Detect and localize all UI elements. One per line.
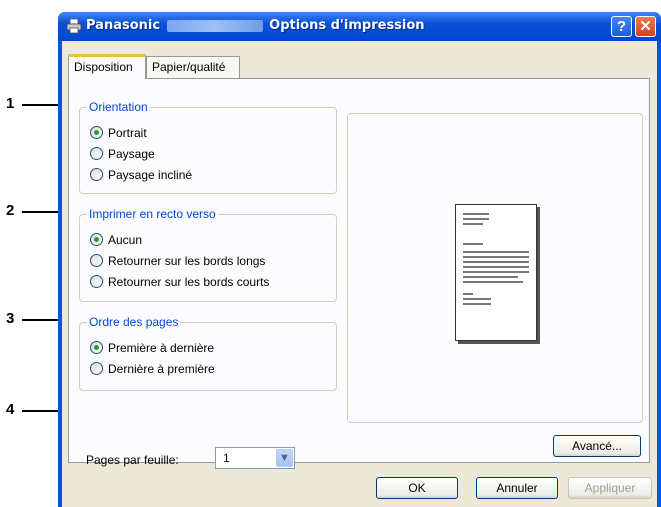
radio-checked-icon xyxy=(90,341,103,354)
text-line xyxy=(463,303,491,305)
cancel-button[interactable]: Annuler xyxy=(476,477,558,499)
pages-per-sheet-label: Pages par feuille: xyxy=(86,453,179,467)
print-options-dialog: Panasonic Options d'impression ? ✕ Dispo… xyxy=(58,12,661,507)
radio-checked-icon xyxy=(90,126,103,139)
tab-disposition[interactable]: Disposition xyxy=(68,54,146,79)
radio-unchecked-icon xyxy=(90,362,103,375)
text-line xyxy=(463,223,483,225)
chevron-down-icon[interactable]: ▼ xyxy=(276,449,293,467)
radio-unchecked-icon xyxy=(90,254,103,267)
text-line xyxy=(463,261,529,263)
text-line xyxy=(463,298,491,300)
layout-preview xyxy=(347,113,643,423)
dialog-client-area: Disposition Papier/qualité Orientation P… xyxy=(62,41,657,507)
page-preview-icon xyxy=(455,204,537,341)
title-brand: Panasonic xyxy=(86,18,161,33)
callout-number: 1 xyxy=(6,95,15,112)
close-button[interactable]: ✕ xyxy=(635,16,656,37)
orientation-group: Orientation Portrait Paysage Paysage inc… xyxy=(79,100,337,194)
text-line xyxy=(463,271,529,273)
text-line xyxy=(463,256,529,258)
title-bar[interactable]: Panasonic Options d'impression ? ✕ xyxy=(58,12,661,41)
text-line xyxy=(463,266,529,268)
model-name-mask xyxy=(166,19,263,32)
title-suffix: Options d'impression xyxy=(269,18,425,33)
radio-label: Première à dernière xyxy=(108,341,215,355)
pages-per-sheet-select[interactable]: 1 ▼ xyxy=(215,447,295,469)
apply-button[interactable]: Appliquer xyxy=(568,477,652,499)
radio-label: Retourner sur les bords longs xyxy=(108,254,266,268)
orientation-legend: Orientation xyxy=(87,100,150,114)
advanced-button[interactable]: Avancé... xyxy=(553,435,641,457)
duplex-group: Imprimer en recto verso Aucun Retourner … xyxy=(79,207,337,302)
window-title: Panasonic Options d'impression xyxy=(86,18,425,33)
radio-unchecked-icon xyxy=(90,168,103,181)
radio-label: Dernière à première xyxy=(108,362,215,376)
radio-label: Portrait xyxy=(108,126,147,140)
radio-label: Paysage incliné xyxy=(108,168,193,182)
text-line xyxy=(463,213,489,215)
duplex-legend: Imprimer en recto verso xyxy=(87,207,218,221)
pages-per-sheet-value: 1 xyxy=(223,451,230,465)
text-line xyxy=(463,251,529,253)
help-button[interactable]: ? xyxy=(611,16,632,37)
callout-number: 3 xyxy=(6,310,15,327)
radio-label: Paysage xyxy=(108,147,155,161)
help-icon: ? xyxy=(616,18,627,35)
radio-label: Retourner sur les bords courts xyxy=(108,275,270,289)
text-line xyxy=(463,276,518,278)
radio-unchecked-icon xyxy=(90,275,103,288)
radio-checked-icon xyxy=(90,233,103,246)
text-line xyxy=(463,293,473,295)
text-line xyxy=(463,281,523,283)
tab-paper-quality[interactable]: Papier/qualité xyxy=(146,56,240,78)
disposition-panel: Orientation Portrait Paysage Paysage inc… xyxy=(68,78,650,469)
callout-number: 4 xyxy=(6,401,15,418)
text-line xyxy=(463,243,483,245)
close-icon: ✕ xyxy=(639,18,652,35)
ok-button[interactable]: OK xyxy=(376,477,458,499)
page-order-legend: Ordre des pages xyxy=(87,315,181,329)
callout-number: 2 xyxy=(6,202,15,219)
radio-label: Aucun xyxy=(108,233,143,247)
text-line xyxy=(463,218,489,220)
radio-unchecked-icon xyxy=(90,147,103,160)
printer-icon xyxy=(66,18,82,34)
page-order-group: Ordre des pages Première à dernière Dern… xyxy=(79,315,337,391)
